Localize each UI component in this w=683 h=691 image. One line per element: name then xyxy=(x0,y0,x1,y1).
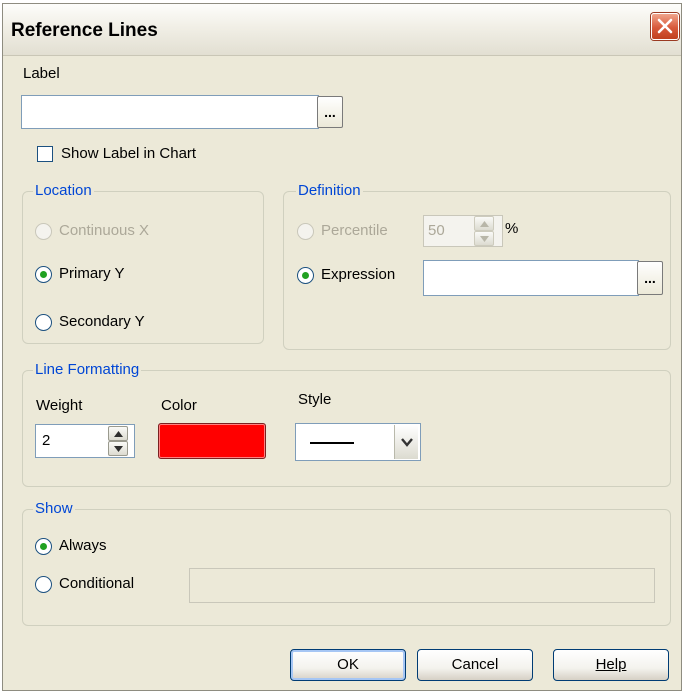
continuous-x-radio[interactable] xyxy=(35,223,52,240)
color-label: Color xyxy=(161,397,197,414)
conditional-radio[interactable] xyxy=(35,576,52,593)
conditional-label: Conditional xyxy=(59,575,135,592)
show-group-title: Show xyxy=(33,500,75,517)
percent-unit: % xyxy=(505,220,519,237)
selected-dot xyxy=(40,543,47,550)
arrow-up-icon xyxy=(114,431,123,437)
weight-value: 2 xyxy=(42,432,51,449)
chevron-down-icon xyxy=(401,438,413,447)
continuous-x-label: Continuous X xyxy=(59,222,150,239)
percentile-spin-buttons xyxy=(474,216,494,246)
help-button[interactable]: Help xyxy=(553,649,669,681)
help-button-label: Help xyxy=(595,656,627,673)
dialog-title: Reference Lines xyxy=(11,20,158,41)
percentile-value: 50 xyxy=(428,222,445,239)
percentile-label: Percentile xyxy=(321,222,388,239)
weight-label: Weight xyxy=(36,397,83,414)
weight-up-button[interactable] xyxy=(108,426,128,441)
always-radio[interactable] xyxy=(35,538,52,555)
arrow-down-icon xyxy=(480,236,489,242)
line-formatting-group-title: Line Formatting xyxy=(33,361,142,378)
primary-y-label: Primary Y xyxy=(59,265,125,282)
secondary-y-radio[interactable] xyxy=(35,314,52,331)
percentile-up-button[interactable] xyxy=(474,216,494,231)
percentile-radio[interactable] xyxy=(297,223,314,240)
expression-label: Expression xyxy=(321,266,396,283)
weight-spinner[interactable]: 2 xyxy=(35,424,135,458)
style-dropdown-button[interactable] xyxy=(394,425,418,459)
condition-input[interactable] xyxy=(189,568,655,603)
weight-down-button[interactable] xyxy=(108,441,128,456)
color-swatch-button[interactable] xyxy=(158,423,266,459)
style-label: Style xyxy=(298,391,332,408)
solid-line-preview xyxy=(310,442,354,444)
close-icon xyxy=(657,18,673,34)
selected-dot xyxy=(302,272,309,279)
cancel-button[interactable]: Cancel xyxy=(417,649,533,681)
label-browse-button[interactable]: ... xyxy=(317,96,343,128)
primary-y-radio[interactable] xyxy=(35,266,52,283)
show-label-checkbox-label: Show Label in Chart xyxy=(61,145,197,162)
arrow-down-icon xyxy=(114,446,123,452)
expression-radio[interactable] xyxy=(297,267,314,284)
location-group-title: Location xyxy=(33,182,94,199)
always-label: Always xyxy=(59,537,107,554)
arrow-up-icon xyxy=(480,221,489,227)
show-label-checkbox[interactable] xyxy=(37,146,53,162)
percentile-spinner[interactable]: 50 xyxy=(423,215,503,247)
style-select[interactable] xyxy=(295,423,421,461)
definition-group-title: Definition xyxy=(296,182,363,199)
expression-browse-button[interactable]: ... xyxy=(637,261,663,295)
expression-input[interactable] xyxy=(423,260,639,296)
label-heading: Label xyxy=(23,65,60,82)
label-input[interactable] xyxy=(21,95,319,129)
weight-spin-buttons xyxy=(108,426,128,456)
percentile-down-button[interactable] xyxy=(474,231,494,246)
selected-dot xyxy=(40,271,47,278)
close-button[interactable] xyxy=(651,13,679,40)
reference-lines-dialog: Reference Lines Label ... Show Label in … xyxy=(2,3,682,691)
secondary-y-label: Secondary Y xyxy=(59,313,145,330)
ok-button[interactable]: OK xyxy=(290,649,406,681)
title-bar: Reference Lines xyxy=(3,4,681,56)
